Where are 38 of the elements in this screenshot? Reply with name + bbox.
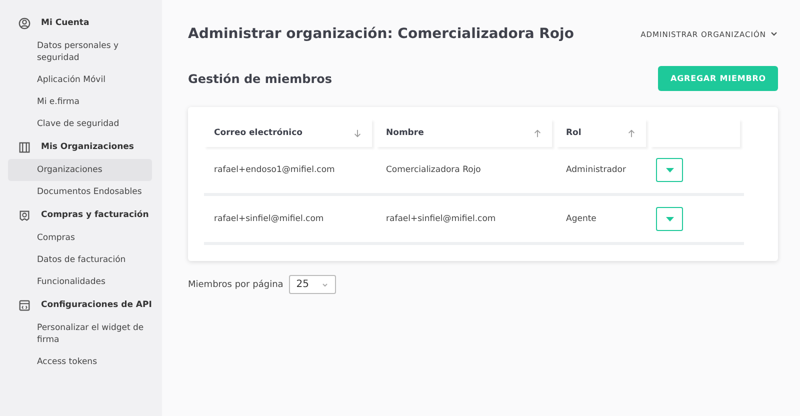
caret-down-icon <box>666 216 674 222</box>
chevron-down-icon <box>321 280 330 288</box>
sidebar-item[interactable]: Access tokens <box>8 351 152 373</box>
section-title: Gestión de miembros <box>188 72 332 86</box>
sidebar-item[interactable]: Datos personales y seguridad <box>8 35 152 69</box>
actions-dropdown[interactable] <box>656 158 683 182</box>
sidebar-item[interactable]: Mi e.firma <box>8 91 152 113</box>
table-cell: Comercializadora Rojo <box>376 147 556 196</box>
actions-dropdown[interactable] <box>656 207 683 231</box>
sidebar-heading: Mi Cuenta <box>41 18 90 28</box>
building-icon <box>18 140 31 154</box>
table-cell: Agente <box>556 196 650 245</box>
sidebar-heading: Mis Organizaciones <box>41 142 134 152</box>
page-title: Administrar organización: Comercializadora Rojo <box>188 26 574 42</box>
sidebar-item[interactable]: Aplicación Móvil <box>8 69 152 91</box>
sidebar-item[interactable]: Organizaciones <box>8 159 152 181</box>
sidebar-item[interactable]: Documentos Endosables <box>8 181 152 203</box>
sidebar-heading: Compras y facturación <box>41 210 149 220</box>
table-cell: rafael+sinfiel@mifiel.com <box>204 196 376 245</box>
sidebar-item[interactable]: Clave de seguridad <box>8 113 152 135</box>
column-header[interactable]: Nombre <box>376 119 552 147</box>
column-header[interactable]: Rol <box>556 119 646 147</box>
sidebar-item[interactable]: Personalizar el widget de firma <box>8 317 152 351</box>
caret-down-icon <box>666 168 674 172</box>
window-icon <box>18 298 31 312</box>
table-cell: rafael+endoso1@mifiel.com <box>204 147 376 196</box>
sidebar-heading: Configuraciones de API <box>41 300 152 310</box>
page-size-select[interactable]: 25 <box>289 275 336 294</box>
column-header[interactable]: Correo electrónico <box>204 119 372 147</box>
receipt-icon <box>18 208 31 222</box>
chevron-down-icon <box>770 30 778 38</box>
user-icon <box>18 16 31 30</box>
sidebar-item[interactable]: Funcionalidades <box>8 271 152 293</box>
sidebar-item[interactable]: Datos de facturación <box>8 249 152 271</box>
sidebar-item[interactable]: Compras <box>8 227 152 249</box>
page-size-label: Miembros por página <box>188 280 284 290</box>
table-cell: rafael+sinfiel@mifiel.com <box>376 196 556 245</box>
table-cell: Administrador <box>556 147 650 196</box>
